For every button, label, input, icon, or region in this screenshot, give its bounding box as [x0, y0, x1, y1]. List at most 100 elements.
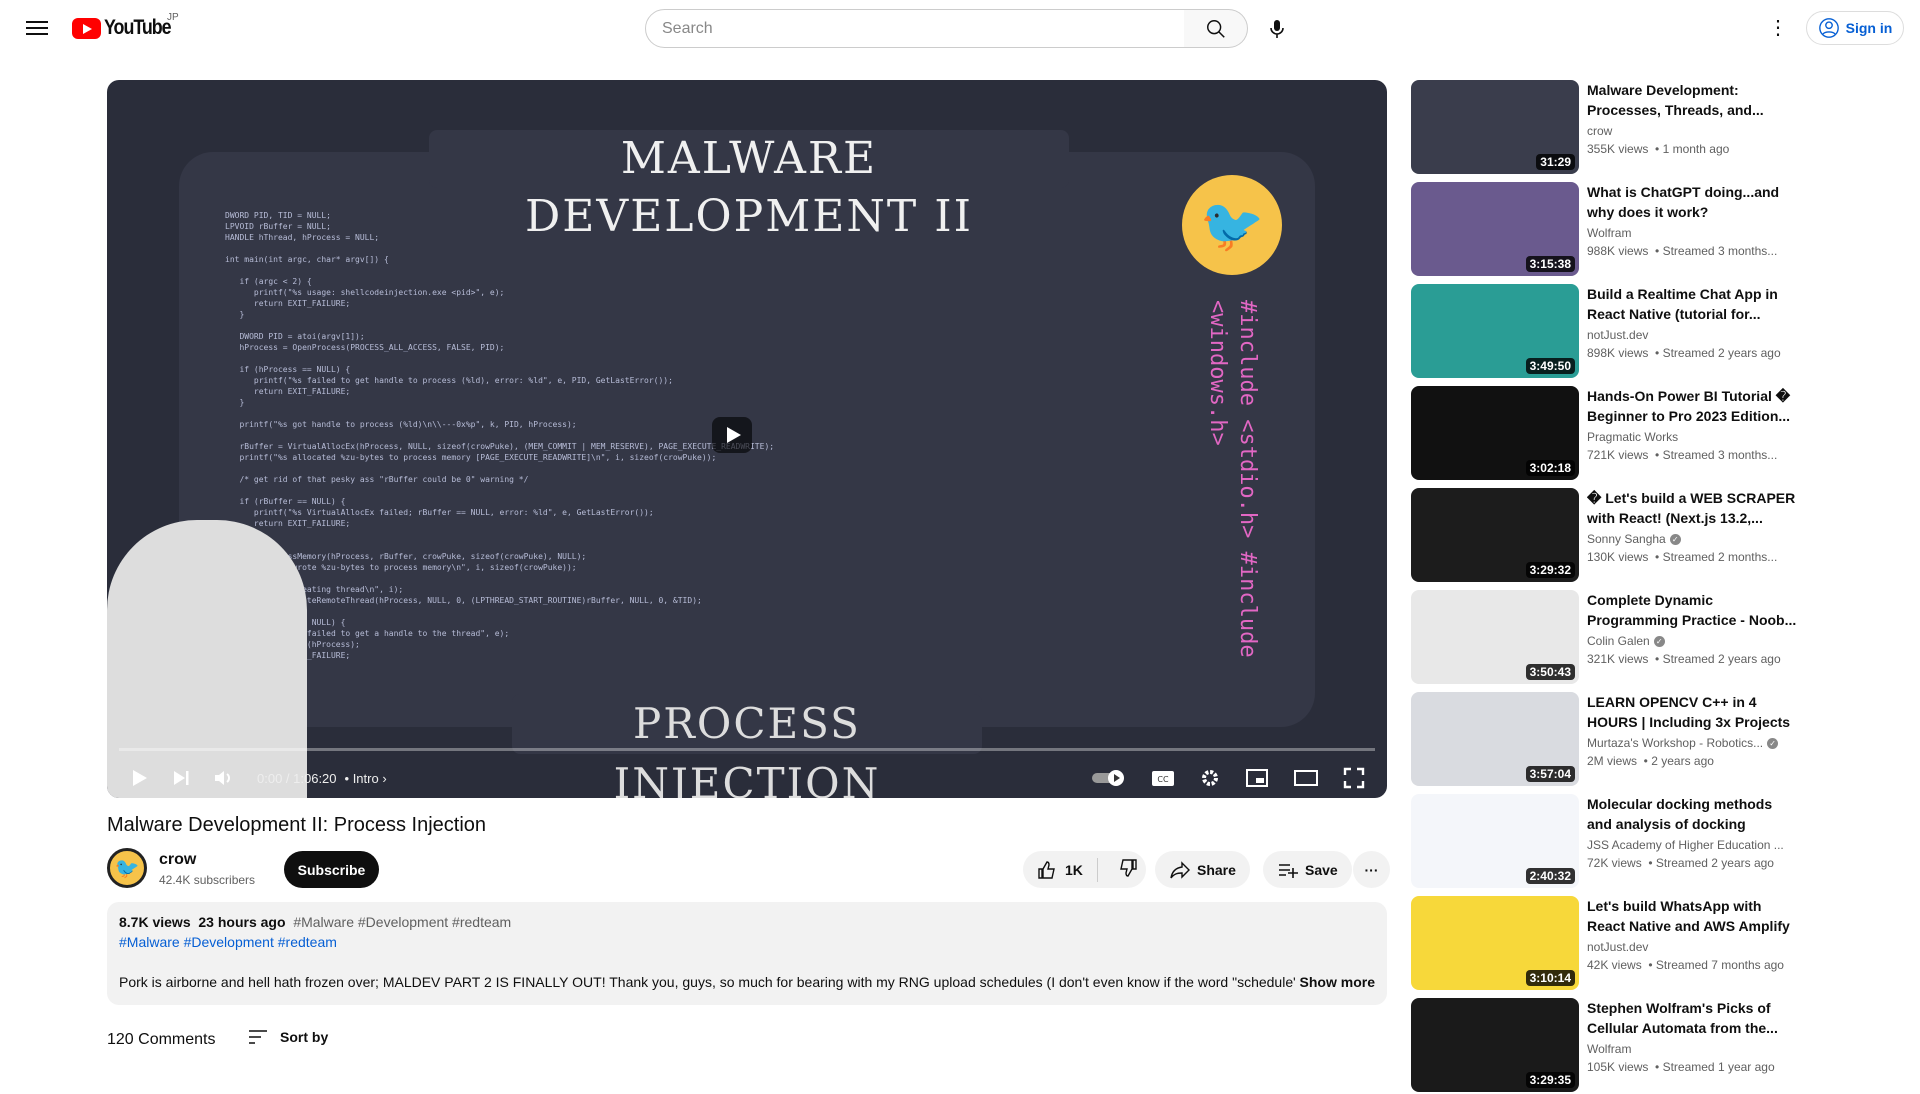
- recommended-video[interactable]: 3:49:50 Build a Realtime Chat App in Rea…: [1411, 284, 1911, 380]
- youtube-play-icon: [72, 17, 101, 39]
- youtube-logo[interactable]: YouTube JP: [72, 12, 182, 40]
- view-count: 8.7K views: [119, 914, 191, 930]
- recommended-video[interactable]: 3:50:43 Complete Dynamic Programming Pra…: [1411, 590, 1911, 686]
- upload-age: 23 hours ago: [198, 914, 286, 930]
- recommended-title[interactable]: Complete Dynamic Programming Practice - …: [1587, 590, 1797, 630]
- left-controls: 0:00 / 1:06:20 • Intro ›: [129, 760, 387, 796]
- subscriber-count: 42.4K subscribers: [159, 873, 256, 887]
- search-icon: [1206, 19, 1225, 38]
- sort-icon: [249, 1030, 267, 1044]
- frame-include-text: #include <stdio.h> #include <windows.h>: [1205, 300, 1260, 658]
- recommended-meta: 988K views • Streamed 3 months...: [1587, 244, 1778, 258]
- share-button[interactable]: Share: [1155, 851, 1250, 888]
- more-actions-button[interactable]: ···: [1353, 851, 1390, 888]
- video-thumbnail[interactable]: 3:10:14: [1411, 896, 1579, 990]
- fullscreen-icon[interactable]: [1343, 767, 1365, 789]
- right-controls: CC: [1091, 760, 1365, 796]
- captions-icon[interactable]: CC: [1151, 768, 1175, 788]
- recommended-video[interactable]: 3:10:14 Let's build WhatsApp with React …: [1411, 896, 1911, 992]
- settings-icon[interactable]: [1199, 767, 1221, 789]
- duration-badge: 3:50:43: [1525, 664, 1575, 680]
- recommended-video[interactable]: 3:29:32 � Let's build a WEB SCRAPER with…: [1411, 488, 1911, 584]
- recommended-meta: 72K views • Streamed 2 years ago: [1587, 856, 1774, 870]
- svg-text:CC: CC: [1157, 775, 1169, 784]
- channel-name[interactable]: crow: [159, 851, 196, 869]
- thumbs-down-icon: [1120, 859, 1137, 877]
- sign-in-button[interactable]: Sign in: [1806, 11, 1904, 45]
- theater-mode-icon[interactable]: [1293, 768, 1319, 788]
- region-code: JP: [167, 12, 179, 23]
- description-text: Pork is airborne and hell hath frozen ov…: [119, 974, 1296, 990]
- recommended-title[interactable]: Malware Development: Processes, Threads,…: [1587, 80, 1797, 120]
- recommended-title[interactable]: Build a Realtime Chat App in React Nativ…: [1587, 284, 1797, 324]
- recommended-video[interactable]: 3:15:38 What is ChatGPT doing...and why …: [1411, 182, 1911, 278]
- recommended-title[interactable]: Hands-On Power BI Tutorial � Beginner to…: [1587, 386, 1797, 426]
- save-button[interactable]: Save: [1263, 851, 1352, 888]
- duration-badge: 2:40:32: [1525, 868, 1575, 884]
- recommended-channel[interactable]: notJust.dev: [1587, 328, 1648, 342]
- video-thumbnail[interactable]: 3:02:18: [1411, 386, 1579, 480]
- recommended-title[interactable]: � Let's build a WEB SCRAPER with React! …: [1587, 488, 1797, 528]
- sort-comments-button[interactable]: Sort by: [248, 1029, 328, 1045]
- dislike-button[interactable]: [1104, 858, 1152, 881]
- recommended-title[interactable]: LEARN OPENCV C++ in 4 HOURS | Including …: [1587, 692, 1797, 732]
- comment-count: 120 Comments: [107, 1031, 216, 1048]
- like-button[interactable]: 1K: [1023, 857, 1098, 882]
- recommended-channel[interactable]: Wolfram: [1587, 1042, 1631, 1056]
- video-player[interactable]: DWORD PID, TID = NULL; LPVOID rBuffer = …: [107, 80, 1387, 798]
- volume-icon[interactable]: [213, 768, 235, 788]
- hashtag-links[interactable]: #Malware #Development #redteam: [119, 934, 1375, 950]
- recommended-channel[interactable]: Colin Galen ✓: [1587, 634, 1665, 648]
- recommended-channel[interactable]: JSS Academy of Higher Education ...: [1587, 838, 1784, 852]
- video-thumbnail[interactable]: 3:49:50: [1411, 284, 1579, 378]
- more-options-icon[interactable]: ⋮: [1766, 14, 1790, 42]
- large-play-button[interactable]: [712, 417, 752, 453]
- chapter-button[interactable]: • Intro ›: [345, 771, 387, 786]
- recommended-title[interactable]: Stephen Wolfram's Picks of Cellular Auto…: [1587, 998, 1797, 1038]
- voice-search-button[interactable]: [1260, 12, 1294, 46]
- recommended-meta: 2M views • 2 years ago: [1587, 754, 1714, 768]
- recommended-title[interactable]: What is ChatGPT doing...and why does it …: [1587, 182, 1797, 222]
- progress-bar[interactable]: [119, 748, 1375, 751]
- like-dislike-group: 1K: [1023, 851, 1146, 888]
- recommended-meta: 130K views • Streamed 2 months...: [1587, 550, 1778, 564]
- recommended-video[interactable]: 31:29 Malware Development: Processes, Th…: [1411, 80, 1911, 176]
- recommended-channel[interactable]: notJust.dev: [1587, 940, 1648, 954]
- recommended-video[interactable]: 3:57:04 LEARN OPENCV C++ in 4 HOURS | In…: [1411, 692, 1911, 788]
- recommended-video[interactable]: 3:02:18 Hands-On Power BI Tutorial � Beg…: [1411, 386, 1911, 482]
- recommended-channel[interactable]: crow: [1587, 124, 1612, 138]
- recommended-channel[interactable]: Pragmatic Works: [1587, 430, 1678, 444]
- recommended-meta: 355K views • 1 month ago: [1587, 142, 1730, 156]
- autoplay-toggle[interactable]: [1091, 769, 1127, 787]
- search-input[interactable]: Search: [645, 9, 1185, 48]
- video-thumbnail[interactable]: 3:57:04: [1411, 692, 1579, 786]
- recommended-title[interactable]: Let's build WhatsApp with React Native a…: [1587, 896, 1797, 936]
- play-icon[interactable]: [129, 768, 149, 788]
- top-bar: YouTube JP Search ⋮ Sign in: [0, 0, 1920, 68]
- miniplayer-icon[interactable]: [1245, 768, 1269, 788]
- recommended-meta: 721K views • Streamed 3 months...: [1587, 448, 1778, 462]
- video-thumbnail[interactable]: 31:29: [1411, 80, 1579, 174]
- recommended-channel[interactable]: Murtaza's Workshop - Robotics... ✓: [1587, 736, 1779, 750]
- recommended-channel[interactable]: Sonny Sangha ✓: [1587, 532, 1681, 546]
- search-button[interactable]: [1184, 9, 1248, 48]
- recommended-channel[interactable]: Wolfram: [1587, 226, 1631, 240]
- recommended-video[interactable]: 2:40:32 Molecular docking methods and an…: [1411, 794, 1911, 890]
- video-thumbnail[interactable]: 3:29:32: [1411, 488, 1579, 582]
- next-icon[interactable]: [171, 768, 191, 788]
- duration-badge: 3:02:18: [1525, 460, 1575, 476]
- channel-avatar[interactable]: 🐦: [107, 848, 147, 888]
- video-thumbnail[interactable]: 2:40:32: [1411, 794, 1579, 888]
- microphone-icon: [1270, 20, 1284, 38]
- time-display: 0:00 / 1:06:20: [257, 770, 337, 786]
- subscribe-button[interactable]: Subscribe: [284, 851, 379, 888]
- duration-badge: 3:49:50: [1525, 358, 1575, 374]
- menu-icon[interactable]: [26, 18, 48, 40]
- video-thumbnail[interactable]: 3:15:38: [1411, 182, 1579, 276]
- video-thumbnail[interactable]: 3:50:43: [1411, 590, 1579, 684]
- recommended-title[interactable]: Molecular docking methods and analysis o…: [1587, 794, 1797, 834]
- description-box[interactable]: 8.7K views 23 hours ago #Malware #Develo…: [107, 902, 1387, 1005]
- playlist-add-icon: [1279, 863, 1298, 878]
- show-more-button[interactable]: Show more: [1300, 974, 1375, 990]
- video-thumbnail[interactable]: 3:29:35: [1411, 998, 1579, 1092]
